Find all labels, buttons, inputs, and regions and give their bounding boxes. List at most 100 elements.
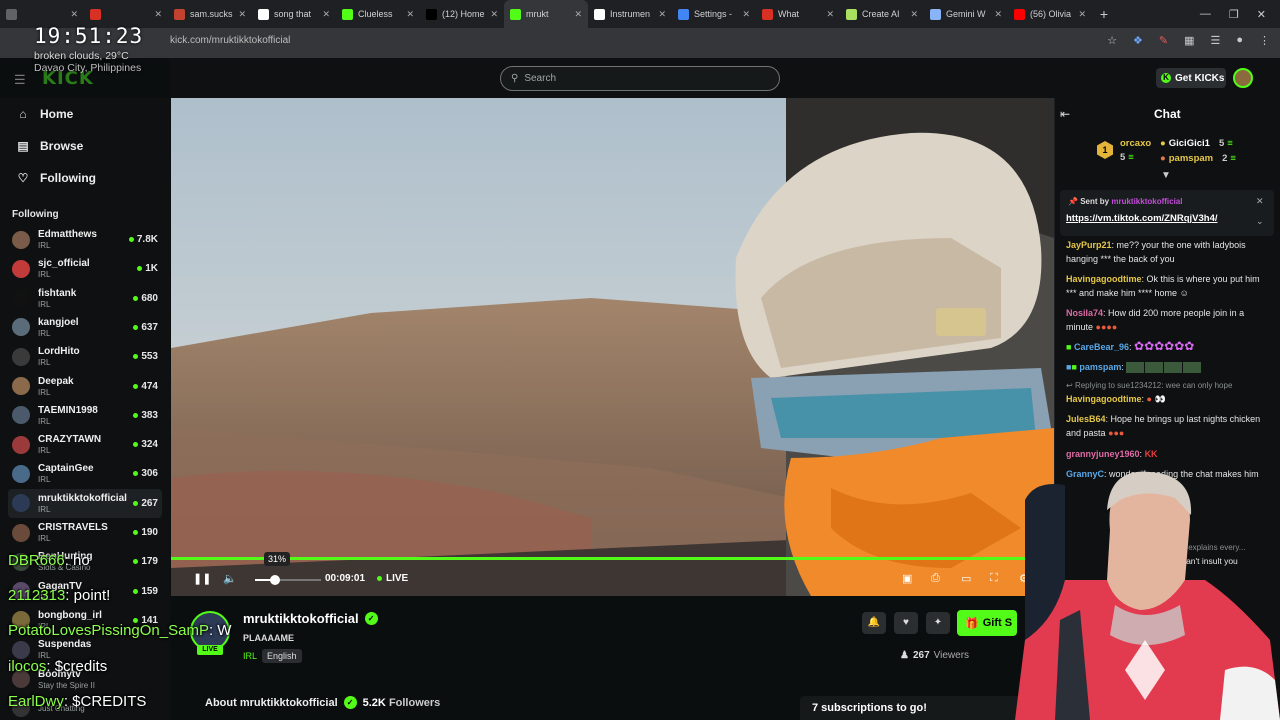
browser-tab[interactable]: Create AI ✕ bbox=[840, 0, 924, 28]
elapsed-time: 00:09:01 bbox=[325, 573, 366, 584]
tab-close-icon[interactable]: ✕ bbox=[1078, 9, 1086, 20]
followed-channel[interactable]: TAEMIN1998 IRL 383 bbox=[8, 401, 162, 430]
streamer-name[interactable]: mruktikktokofficial ✓ bbox=[243, 611, 378, 626]
browser-menu-icon[interactable]: ⋮ bbox=[1259, 34, 1270, 47]
nav-browse[interactable]: ▤ Browse bbox=[16, 139, 83, 153]
followed-channel[interactable]: mruktikktokofficial IRL 267 bbox=[8, 488, 162, 518]
followed-channel[interactable]: LordHito IRL 553 bbox=[8, 342, 162, 371]
chat-username[interactable]: Havingagoodtime bbox=[1066, 394, 1142, 404]
top-gifter[interactable]: ● GiciGici1 5 ≡ bbox=[1160, 138, 1233, 149]
tab-close-icon[interactable]: ✕ bbox=[490, 9, 498, 20]
profile-icon[interactable]: ● bbox=[1236, 34, 1243, 47]
browser-tab[interactable]: sam.sucks ✕ bbox=[168, 0, 252, 28]
browser-tab[interactable]: Settings - ✕ bbox=[672, 0, 756, 28]
channel-category: IRL bbox=[38, 475, 51, 485]
tab-close-icon[interactable]: ✕ bbox=[658, 9, 666, 20]
expand-leaderboard-icon[interactable]: ▼ bbox=[1161, 170, 1171, 181]
volume-slider[interactable] bbox=[255, 575, 321, 585]
pinned-user[interactable]: mruktikktokofficial bbox=[1111, 197, 1182, 206]
tab-close-icon[interactable]: ✕ bbox=[322, 9, 330, 20]
collapse-chat-icon[interactable]: ⇤ bbox=[1060, 107, 1070, 121]
close-icon[interactable]: ✕ bbox=[1257, 8, 1266, 21]
followed-channel[interactable]: CRAZYTAWN IRL 324 bbox=[8, 430, 162, 459]
tab-close-icon[interactable]: ✕ bbox=[154, 9, 162, 20]
search-input[interactable]: ⚲ Search bbox=[500, 66, 780, 91]
browser-tab[interactable]: (12) Home ✕ bbox=[420, 0, 504, 28]
notification-bell-icon[interactable]: 🔔 bbox=[862, 612, 886, 634]
user-avatar[interactable] bbox=[1233, 68, 1253, 88]
tab-close-icon[interactable]: ✕ bbox=[238, 9, 246, 20]
browser-tab[interactable]: (56) Olivia ✕ bbox=[1008, 0, 1092, 28]
channel-name: Suspendas bbox=[38, 639, 92, 651]
tab-close-icon[interactable]: ✕ bbox=[742, 9, 750, 20]
overlay-clock: 19:51:23 bbox=[34, 24, 144, 48]
extensions-puzzle-icon[interactable]: ▦ bbox=[1184, 34, 1194, 47]
followed-channel[interactable]: fishtank IRL 680 bbox=[8, 284, 162, 313]
tab-favicon-icon bbox=[510, 8, 521, 20]
language-tag[interactable]: English bbox=[262, 649, 302, 663]
chat-username[interactable]: CareBear_96 bbox=[1074, 342, 1129, 352]
video-player[interactable] bbox=[171, 98, 1054, 596]
boost-icon[interactable]: ✦ bbox=[926, 612, 950, 634]
extension-icon[interactable]: ❖ bbox=[1133, 34, 1143, 47]
minimize-icon[interactable]: — bbox=[1200, 8, 1211, 20]
browser-tab[interactable]: mrukt ✕ bbox=[504, 0, 588, 28]
tab-close-icon[interactable]: ✕ bbox=[826, 9, 834, 20]
get-kicks-button[interactable]: K Get KICKs bbox=[1156, 68, 1226, 88]
extension-icon[interactable]: ✎ bbox=[1159, 34, 1168, 47]
volume-knob[interactable] bbox=[270, 575, 281, 585]
followed-channel[interactable]: sjc_official IRL 1K bbox=[8, 254, 162, 283]
followed-channel[interactable]: CaptainGee IRL 306 bbox=[8, 459, 162, 488]
hamburger-menu-icon[interactable]: ☰ bbox=[14, 72, 26, 88]
pip-icon[interactable]: ▣ bbox=[902, 572, 912, 585]
browser-tab[interactable]: Clueless ✕ bbox=[336, 0, 420, 28]
live-indicator[interactable]: LIVE bbox=[377, 573, 408, 584]
followed-channel[interactable]: Deepak IRL 474 bbox=[8, 372, 162, 401]
chat-username[interactable]: JulesB64 bbox=[1066, 414, 1106, 424]
nav-following[interactable]: ♡ Following bbox=[16, 171, 96, 185]
channel-name: Edmatthews bbox=[38, 229, 97, 240]
restore-icon[interactable]: ❐ bbox=[1229, 8, 1239, 21]
bookmark-star-icon[interactable]: ☆ bbox=[1107, 34, 1117, 47]
followed-channel[interactable]: CRISTRAVELS IRL 190 bbox=[8, 518, 162, 547]
reply-reference[interactable]: ↩ Replying to sue1234212: wee can only h… bbox=[1066, 381, 1232, 390]
live-progress-bar[interactable] bbox=[171, 557, 1054, 560]
theater-mode-icon[interactable]: ▭ bbox=[961, 572, 971, 585]
url-field[interactable]: kick.com/mruktikktokofficial bbox=[170, 35, 290, 46]
stream-category[interactable]: IRL bbox=[243, 651, 257, 661]
unpin-icon[interactable]: ✕ bbox=[1256, 196, 1264, 207]
chat-username[interactable]: Havingagoodtime bbox=[1066, 274, 1142, 284]
stream-title: PLAAAAME bbox=[243, 633, 294, 643]
gift-icon: 🎁 bbox=[965, 617, 979, 630]
chevron-down-icon[interactable]: ⌄ bbox=[1256, 216, 1264, 227]
followed-channel[interactable]: kangjoel IRL 637 bbox=[8, 313, 162, 342]
tab-close-icon[interactable]: ✕ bbox=[70, 9, 78, 20]
follow-heart-icon[interactable]: ♥ bbox=[894, 612, 918, 634]
browser-tab[interactable]: song that ✕ bbox=[252, 0, 336, 28]
clip-icon[interactable]: ⎙ bbox=[931, 572, 940, 585]
followed-channel[interactable]: Edmatthews IRL 7.8K bbox=[8, 225, 162, 254]
browser-tab[interactable]: Instrumen ✕ bbox=[588, 0, 672, 28]
browser-tab[interactable]: Gemini W ✕ bbox=[924, 0, 1008, 28]
nav-home[interactable]: ⌂ Home bbox=[16, 107, 73, 121]
pause-icon[interactable]: ❚❚ bbox=[193, 572, 211, 585]
tab-close-icon[interactable]: ✕ bbox=[994, 9, 1002, 20]
media-controls-icon[interactable]: ☰ bbox=[1210, 34, 1220, 47]
overlay-weather: broken clouds, 29°C bbox=[34, 50, 129, 62]
tab-close-icon[interactable]: ✕ bbox=[574, 9, 582, 20]
tab-close-icon[interactable]: ✕ bbox=[910, 9, 918, 20]
volume-icon[interactable]: 🔈 bbox=[223, 572, 237, 585]
pinned-link[interactable]: https://vm.tiktok.com/ZNRqjV3h4/ bbox=[1066, 213, 1218, 224]
address-bar: kick.com/mruktikktokofficial ☆ ❖ ✎ ▦ ☰ ●… bbox=[0, 28, 1280, 58]
top-gifter[interactable]: orcaxo bbox=[1120, 138, 1151, 149]
tab-close-icon[interactable]: ✕ bbox=[406, 9, 414, 20]
channel-name: Deepak bbox=[38, 375, 74, 387]
new-tab-icon[interactable]: + bbox=[1092, 6, 1116, 22]
top-gifter[interactable]: ● pamspam 2 ≡ bbox=[1160, 153, 1236, 164]
chat-username[interactable]: JayPurp21 bbox=[1066, 240, 1112, 250]
browser-tab[interactable]: What ✕ bbox=[756, 0, 840, 28]
channel-viewers: 637 bbox=[141, 321, 158, 333]
chat-username[interactable]: Nosila74 bbox=[1066, 308, 1103, 318]
chat-username[interactable]: grannyjuney1960 bbox=[1066, 449, 1140, 459]
chat-username[interactable]: pamspam bbox=[1079, 362, 1121, 372]
